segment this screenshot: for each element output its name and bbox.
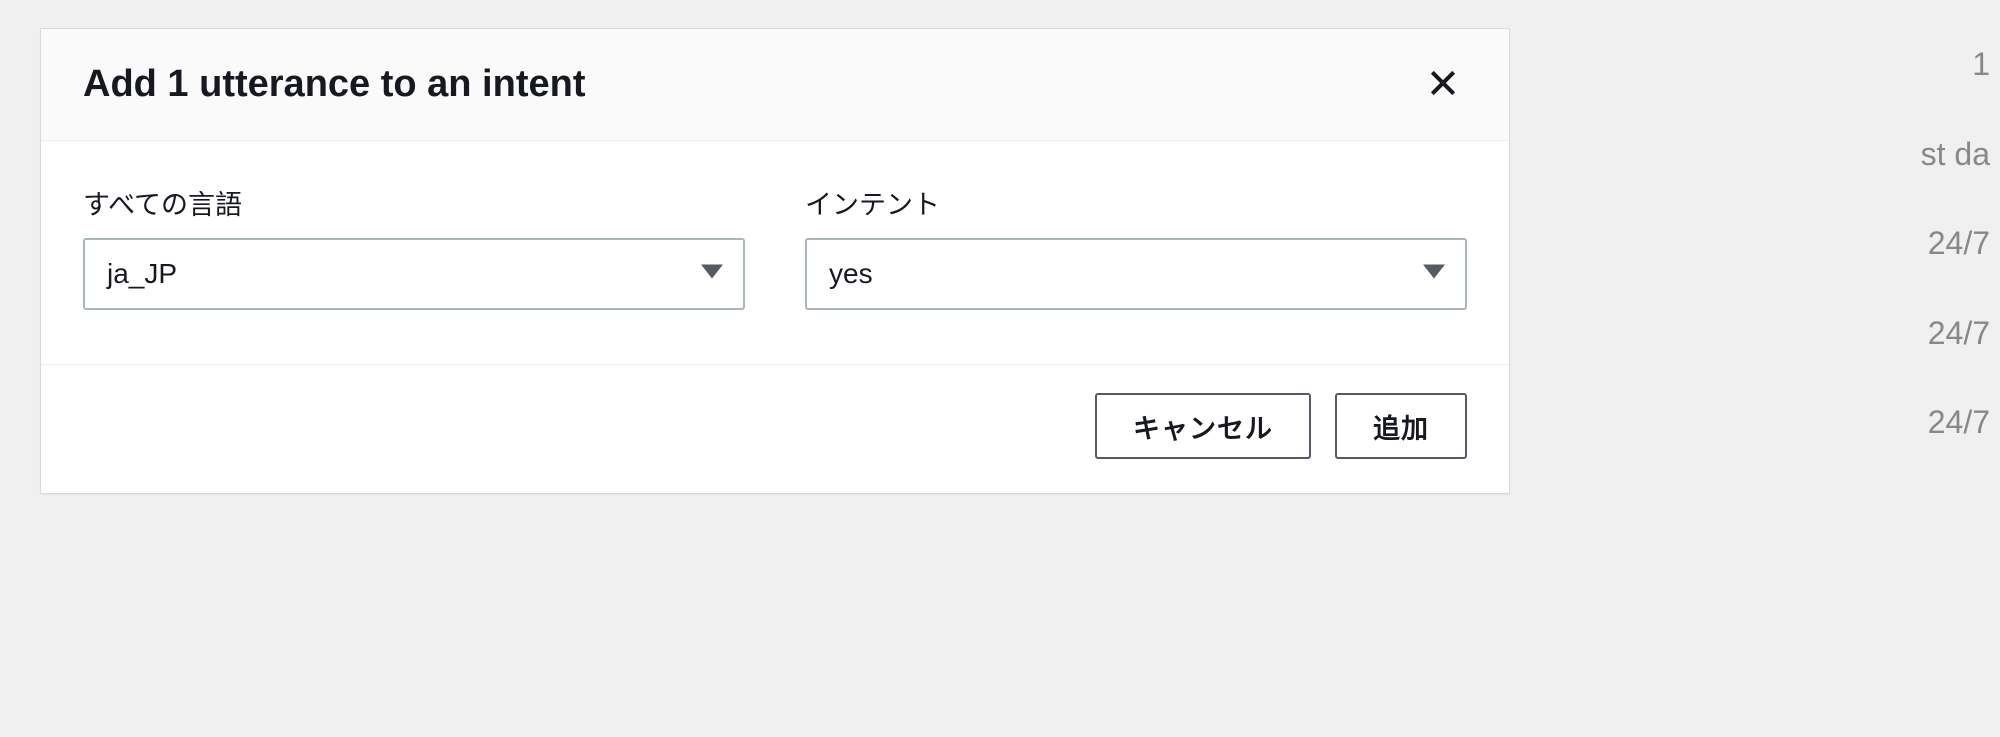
cancel-button[interactable]: キャンセル [1095, 393, 1311, 459]
language-form-group: すべての言語 ja_JP [83, 183, 745, 310]
modal-title: Add 1 utterance to an intent [83, 63, 585, 106]
language-select-value: ja_JP [107, 258, 177, 290]
modal-footer: キャンセル 追加 [41, 364, 1509, 493]
language-select[interactable]: ja_JP [83, 238, 745, 310]
close-button[interactable] [1419, 59, 1467, 110]
language-select-wrapper: ja_JP [83, 238, 745, 310]
modal-header: Add 1 utterance to an intent [41, 29, 1509, 141]
intent-form-group: インテント yes [805, 183, 1467, 310]
intent-select-value: yes [829, 258, 873, 290]
add-utterance-modal: Add 1 utterance to an intent すべての言語 ja_J… [40, 28, 1510, 494]
language-label: すべての言語 [83, 183, 745, 222]
close-icon [1427, 67, 1459, 102]
intent-select[interactable]: yes [805, 238, 1467, 310]
add-button[interactable]: 追加 [1335, 393, 1467, 459]
background-table-content: 1 st da 24/7 24/7 24/7 [1911, 0, 2000, 488]
intent-label: インテント [805, 183, 1467, 222]
intent-select-wrapper: yes [805, 238, 1467, 310]
modal-body: すべての言語 ja_JP インテント yes [41, 141, 1509, 364]
